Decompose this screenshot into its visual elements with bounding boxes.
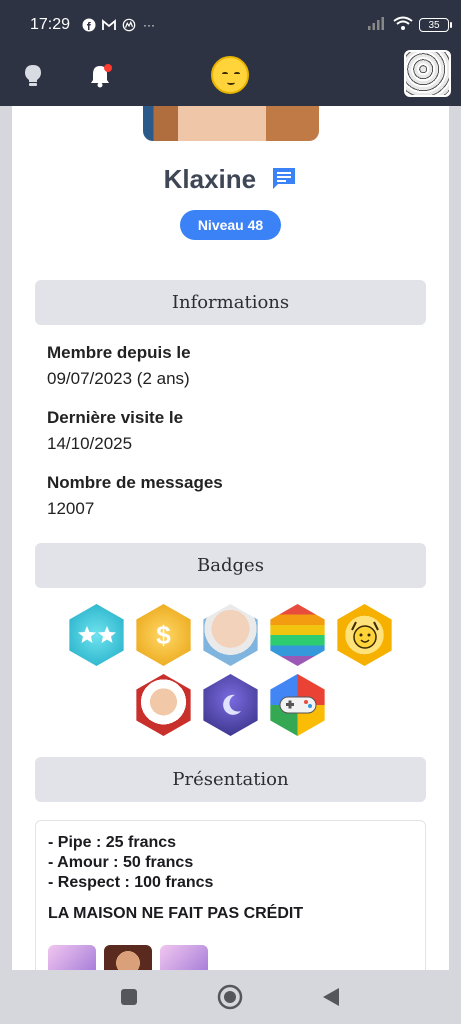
system-nav-bar bbox=[0, 970, 461, 1024]
presentation-box: - Pipe : 25 francs - Amour : 50 francs -… bbox=[35, 820, 426, 970]
stars-badge[interactable] bbox=[69, 604, 124, 666]
presentation-image bbox=[48, 945, 96, 970]
moon-badge[interactable] bbox=[203, 674, 258, 736]
badges-grid: $ bbox=[35, 604, 426, 744]
status-bar: 17:29 ··· 35 bbox=[0, 0, 461, 50]
rainbow-badge[interactable] bbox=[270, 604, 325, 666]
member-since-value: 09/07/2023 (2 ans) bbox=[47, 369, 190, 388]
notification-dot bbox=[104, 64, 112, 72]
messages-count-label: Nombre de messages bbox=[47, 473, 223, 492]
profile-card: Klaxine Niveau 48 Informations Membre de… bbox=[12, 106, 449, 970]
presentation-credit: LA MAISON NE FAIT PAS CRÉDIT bbox=[48, 905, 304, 922]
presentation-image bbox=[104, 945, 152, 970]
section-informations[interactable]: Informations bbox=[35, 280, 426, 325]
section-presentation[interactable]: Présentation bbox=[35, 757, 426, 802]
member-since-label: Membre depuis le bbox=[47, 343, 191, 362]
home-button[interactable] bbox=[217, 984, 243, 1010]
user-avatar[interactable] bbox=[404, 50, 451, 97]
bell-icon[interactable] bbox=[82, 58, 118, 94]
level-badge: Niveau 48 bbox=[180, 210, 281, 240]
messages-count-value: 12007 bbox=[47, 499, 95, 518]
username-row: Klaxine bbox=[12, 164, 449, 197]
presentation-image bbox=[160, 945, 208, 970]
section-badges[interactable]: Badges bbox=[35, 543, 426, 588]
last-visit-value: 14/10/2025 bbox=[47, 434, 133, 453]
back-button[interactable] bbox=[318, 984, 344, 1010]
more-notifications-icon: ··· bbox=[143, 18, 156, 32]
recent-apps-button[interactable] bbox=[116, 984, 142, 1010]
profile-picture bbox=[143, 106, 319, 141]
gmail-icon bbox=[102, 18, 116, 32]
app-bar bbox=[0, 50, 461, 106]
smiley-logo[interactable] bbox=[211, 56, 249, 94]
presentation-line: - Amour : 50 francs bbox=[48, 854, 194, 871]
harold-badge[interactable] bbox=[203, 604, 258, 666]
signal-icon bbox=[367, 16, 387, 35]
last-visit-label: Dernière visite le bbox=[47, 408, 184, 427]
facebook-icon bbox=[82, 18, 96, 32]
status-time: 17:29 bbox=[30, 16, 71, 33]
gamepad-badge[interactable] bbox=[270, 674, 325, 736]
username: Klaxine bbox=[163, 164, 257, 194]
app-notification-icon bbox=[122, 18, 136, 32]
message-icon[interactable] bbox=[271, 166, 297, 197]
presentation-line: - Respect : 100 francs bbox=[48, 874, 214, 891]
chef-badge[interactable] bbox=[136, 674, 191, 736]
wifi-icon bbox=[393, 16, 413, 35]
smiley-hands-badge[interactable] bbox=[337, 604, 392, 666]
battery-indicator: 35 bbox=[419, 18, 452, 32]
presentation-line: - Pipe : 25 francs bbox=[48, 834, 177, 851]
lightbulb-icon[interactable] bbox=[15, 58, 51, 94]
dollar-badge[interactable]: $ bbox=[136, 604, 191, 666]
